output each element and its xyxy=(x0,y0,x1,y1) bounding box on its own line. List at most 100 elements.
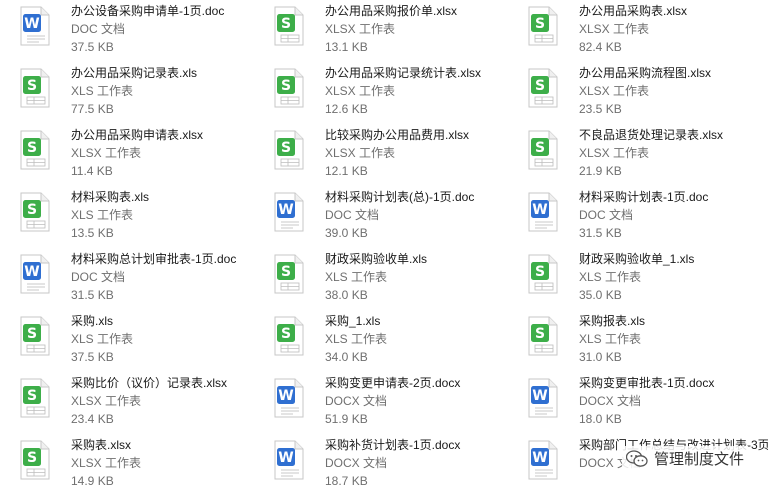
file-item[interactable]: S 比较采购办公用品费用.xlsx XLSX 工作表 12.1 KB xyxy=(254,127,504,189)
file-item[interactable]: S 采购.xls XLS 工作表 37.5 KB xyxy=(0,313,250,375)
spreadsheet-file-icon: S xyxy=(528,254,558,294)
svg-text:W: W xyxy=(278,388,293,404)
svg-text:W: W xyxy=(24,16,39,32)
spreadsheet-file-icon: S xyxy=(528,130,558,170)
file-type: XLSX 工作表 xyxy=(325,84,396,98)
file-name: 采购报表.xls xyxy=(579,314,646,328)
file-item[interactable]: S 采购_1.xls XLS 工作表 34.0 KB xyxy=(254,313,504,375)
file-item[interactable]: S 办公用品采购流程图.xlsx XLSX 工作表 23.5 KB xyxy=(508,65,758,127)
file-item[interactable]: W 材料采购总计划审批表-1页.doc DOC 文档 31.5 KB xyxy=(0,251,250,313)
file-type: XLS 工作表 xyxy=(579,332,642,346)
file-item[interactable]: W 采购补货计划表-1页.docx DOCX 文档 18.7 KB xyxy=(254,437,504,499)
file-type: XLSX 工作表 xyxy=(71,394,142,408)
file-name: 采购比价（议价）记录表.xlsx xyxy=(71,376,228,390)
file-name: 办公用品采购表.xlsx xyxy=(579,4,688,18)
file-type: XLSX 工作表 xyxy=(325,22,396,36)
file-item[interactable]: W 采购变更审批表-1页.docx DOCX 文档 18.0 KB xyxy=(508,375,758,437)
spreadsheet-file-icon: S xyxy=(20,440,50,480)
file-type: XLS 工作表 xyxy=(325,270,388,284)
spreadsheet-file-icon: S xyxy=(274,6,304,46)
file-item[interactable]: S 财政采购验收单_1.xls XLS 工作表 35.0 KB xyxy=(508,251,758,313)
word-document-file-icon: W xyxy=(274,440,304,480)
file-size: 11.4 KB xyxy=(71,164,113,178)
file-name: 财政采购验收单_1.xls xyxy=(579,252,695,266)
file-item[interactable]: W 材料采购计划表(总)-1页.doc DOC 文档 39.0 KB xyxy=(254,189,504,251)
svg-text:S: S xyxy=(27,450,37,466)
svg-text:S: S xyxy=(27,78,37,94)
file-item[interactable]: S 采购报表.xls XLS 工作表 31.0 KB xyxy=(508,313,758,375)
file-type: DOCX 文档 xyxy=(325,456,388,470)
file-name: 办公用品采购记录统计表.xlsx xyxy=(325,66,482,80)
file-name: 采购表.xlsx xyxy=(71,438,132,452)
file-item[interactable]: S 不良品退货处理记录表.xlsx XLSX 工作表 21.9 KB xyxy=(508,127,758,189)
file-item[interactable]: W 采购变更申请表-2页.docx DOCX 文档 51.9 KB xyxy=(254,375,504,437)
file-size: 18.0 KB xyxy=(579,412,622,426)
svg-text:S: S xyxy=(27,140,37,156)
file-type: XLS 工作表 xyxy=(579,270,642,284)
file-size: 21.9 KB xyxy=(579,164,622,178)
file-name: 比较采购办公用品费用.xlsx xyxy=(325,128,470,142)
file-name: 采购_1.xls xyxy=(325,314,381,328)
file-size: 51.9 KB xyxy=(325,412,368,426)
file-type: XLSX 工作表 xyxy=(579,84,650,98)
file-type: XLS 工作表 xyxy=(71,84,134,98)
file-item[interactable]: S 办公用品采购记录统计表.xlsx XLSX 工作表 12.6 KB xyxy=(254,65,504,127)
file-item[interactable]: W 材料采购计划表-1页.doc DOC 文档 31.5 KB xyxy=(508,189,758,251)
file-name: 办公用品采购记录表.xls xyxy=(71,66,198,80)
file-type: DOC 文档 xyxy=(71,22,126,36)
file-item[interactable]: S 采购表.xlsx XLSX 工作表 14.9 KB xyxy=(0,437,250,499)
file-name: 办公用品采购流程图.xlsx xyxy=(579,66,712,80)
file-item[interactable]: S 采购比价（议价）记录表.xlsx XLSX 工作表 23.4 KB xyxy=(0,375,250,437)
svg-text:S: S xyxy=(281,78,291,94)
spreadsheet-file-icon: S xyxy=(20,68,50,108)
svg-text:W: W xyxy=(532,202,547,218)
file-name: 采购补货计划表-1页.docx xyxy=(325,438,461,452)
file-size: 14.9 KB xyxy=(71,474,114,488)
svg-text:S: S xyxy=(281,264,291,280)
file-type: DOCX 文档 xyxy=(325,394,388,408)
file-name: 办公设备采购申请单-1页.doc xyxy=(71,4,225,18)
file-name: 采购.xls xyxy=(71,314,114,328)
file-type: DOC 文档 xyxy=(71,270,126,284)
file-type: DOC 文档 xyxy=(325,208,380,222)
svg-text:S: S xyxy=(281,16,291,32)
svg-text:S: S xyxy=(281,326,291,342)
file-item[interactable]: S 材料采购表.xls XLS 工作表 13.5 KB xyxy=(0,189,250,251)
file-item[interactable]: S 办公用品采购报价单.xlsx XLSX 工作表 13.1 KB xyxy=(254,3,504,65)
svg-text:W: W xyxy=(532,388,547,404)
spreadsheet-file-icon: S xyxy=(274,68,304,108)
file-size: 77.5 KB xyxy=(71,102,114,116)
svg-text:W: W xyxy=(24,264,39,280)
svg-text:S: S xyxy=(27,388,37,404)
svg-text:S: S xyxy=(535,78,545,94)
word-document-file-icon: W xyxy=(274,192,304,232)
watermark: 管理制度文件 xyxy=(621,446,748,471)
wechat-icon xyxy=(625,449,648,467)
file-size: 31.0 KB xyxy=(579,350,622,364)
word-document-file-icon: W xyxy=(528,192,558,232)
file-size: 38.0 KB xyxy=(325,288,368,302)
file-size: 18.7 KB xyxy=(325,474,368,488)
file-type: XLS 工作表 xyxy=(71,208,134,222)
file-size: 31.5 KB xyxy=(71,288,114,302)
svg-text:S: S xyxy=(281,140,291,156)
spreadsheet-file-icon: S xyxy=(20,378,50,418)
file-name: 材料采购计划表-1页.doc xyxy=(579,190,709,204)
file-name: 材料采购总计划审批表-1页.doc xyxy=(71,252,237,266)
file-size: 23.5 KB xyxy=(579,102,622,116)
svg-text:S: S xyxy=(535,326,545,342)
file-item[interactable]: S 办公用品采购表.xlsx XLSX 工作表 82.4 KB xyxy=(508,3,758,65)
file-item[interactable]: S 办公用品采购记录表.xls XLS 工作表 77.5 KB xyxy=(0,65,250,127)
file-item[interactable]: S 财政采购验收单.xls XLS 工作表 38.0 KB xyxy=(254,251,504,313)
word-document-file-icon: W xyxy=(274,378,304,418)
svg-text:S: S xyxy=(535,264,545,280)
file-item[interactable]: W 办公设备采购申请单-1页.doc DOC 文档 37.5 KB xyxy=(0,3,250,65)
file-size: 39.0 KB xyxy=(325,226,368,240)
file-item[interactable]: S 办公用品采购申请表.xlsx XLSX 工作表 11.4 KB xyxy=(0,127,250,189)
file-type: DOC 文档 xyxy=(579,208,634,222)
svg-text:S: S xyxy=(535,140,545,156)
file-name: 办公用品采购申请表.xlsx xyxy=(71,128,204,142)
file-size: 12.6 KB xyxy=(325,102,368,116)
file-size: 12.1 KB xyxy=(325,164,368,178)
spreadsheet-file-icon: S xyxy=(528,6,558,46)
